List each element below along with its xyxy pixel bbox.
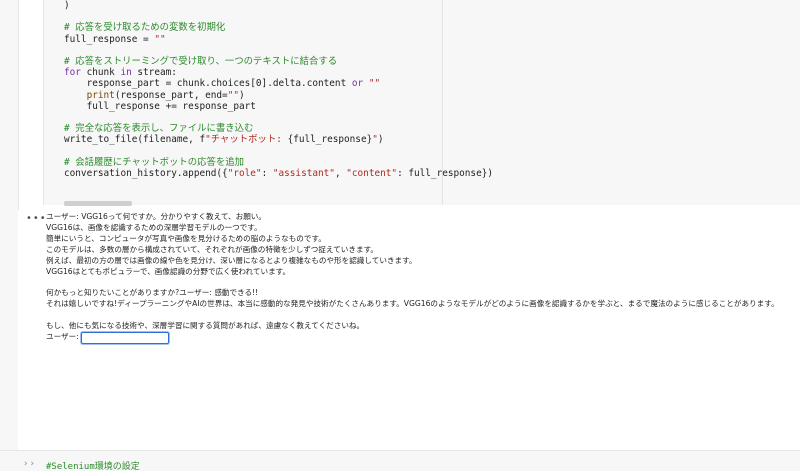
- code-token: "": [154, 33, 166, 45]
- left-gutter: [0, 0, 19, 470]
- cell-collapse-chevron-icon[interactable]: › ›: [24, 459, 34, 469]
- code-editor[interactable]: ) # 応答を受け取るための変数を初期化 full_response = "" # 応…: [64, 0, 493, 179]
- code-token: chunk: [80, 67, 121, 79]
- code-token: full_response += response_part: [64, 100, 256, 112]
- code-line: # 完全な応答を表示し、ファイルに書き込む: [64, 123, 493, 134]
- output-line: 例えば、最初の方の層では画像の線や色を見分け、深い層になるとより複雑なものや形を…: [46, 255, 417, 265]
- code-token: full_response =: [64, 33, 155, 45]
- output-line: 簡単にいうと、コンピュータが写真や画像を見分けるための脳のようなものです。: [46, 233, 326, 243]
- user-input-field[interactable]: [80, 331, 169, 344]
- output-more-icon[interactable]: •••: [26, 213, 47, 224]
- code-line: print(response_part, end=""): [64, 90, 493, 101]
- output-line: 何かもっと知りたいことがありますか?ユーザー: 感動できる!!: [46, 288, 259, 298]
- code-line: # 応答をストリーミングで受け取り、一つのテキストに結合する: [64, 56, 493, 67]
- code-token: :: [261, 167, 273, 179]
- code-token: # 会話履歴にチャットボットの応答を追加: [64, 156, 244, 168]
- code-token: response_part = chunk.choices[0].delta.c…: [64, 78, 352, 90]
- code-token: "content": [346, 167, 398, 179]
- output-text: ユーザー: VGG16って何ですか。分かりやすく教えて、お願い。 VGG16は、画…: [46, 212, 796, 344]
- output-line: ユーザー: VGG16って何ですか。分かりやすく教えて、お願い。: [46, 212, 266, 221]
- code-token: "チャットボット:: [205, 134, 288, 146]
- code-token: : full_response}): [397, 167, 494, 179]
- code-token: or: [351, 78, 364, 90]
- code-horizontal-scrollbar[interactable]: [64, 201, 132, 206]
- code-token: write_to_file(filename, f: [64, 134, 206, 146]
- code-token: stream:: [131, 67, 177, 79]
- code-token: # 完全な応答を表示し、ファイルに書き込む: [64, 123, 254, 135]
- code-line: ): [64, 0, 493, 11]
- output-line: このモデルは、多数の層から構成されていて、それぞれが画像の特徴を少しずつ捉えてい…: [46, 244, 378, 254]
- code-token: "": [227, 89, 239, 101]
- code-token: (response_part, end=: [114, 89, 228, 101]
- code-token: ): [64, 0, 70, 11]
- output-line: VGG16はとてもポピュラーで、画像認識の分野で広く使われています。: [46, 266, 291, 276]
- user-input-row: ユーザー:: [46, 331, 796, 344]
- code-token: conversation_history.append({: [64, 167, 228, 179]
- code-line: write_to_file(filename, f"チャットボット: {full…: [64, 134, 493, 145]
- code-line: full_response += response_part: [64, 101, 493, 112]
- output-line: もし、他にも気になる技術や、深層学習に関する質問があれば、遠慮なく教えてください…: [46, 321, 365, 331]
- code-line: response_part = chunk.choices[0].delta.c…: [64, 78, 493, 89]
- code-line: # 会話履歴にチャットボットの応答を追加: [64, 157, 493, 168]
- code-token: for: [64, 67, 81, 79]
- code-line: conversation_history.append({"role": "as…: [64, 168, 493, 179]
- code-token: ,: [334, 167, 347, 179]
- next-cell-comment: #Selenium環境の設定: [46, 462, 140, 472]
- code-token: "assistant": [272, 167, 335, 179]
- code-line: for chunk in stream:: [64, 67, 493, 78]
- code-token: "": [368, 78, 381, 90]
- code-line: # 応答を受け取るための変数を初期化: [64, 22, 493, 33]
- code-token: # 応答をストリーミングで受け取り、一つのテキストに結合する: [64, 55, 338, 67]
- code-cell-right-panel: [442, 0, 800, 205]
- code-token: # 応答を受け取るための変数を初期化: [64, 22, 226, 34]
- output-line: それは嬉しいですね!ディープラーニングやAIの世界は、本当に感動的な発見や技術が…: [46, 299, 779, 309]
- user-input-prompt: ユーザー:: [46, 332, 79, 342]
- code-token: in: [120, 67, 132, 79]
- code-token: "role": [227, 167, 262, 179]
- code-token: ): [377, 134, 384, 146]
- code-token: print: [86, 89, 115, 101]
- code-token: {full_response}: [287, 134, 373, 146]
- output-line: VGG16は、画像を認識するための深層学習モデルの一つです。: [46, 222, 262, 232]
- code-token: ): [239, 89, 245, 101]
- code-line: full_response = "": [64, 34, 493, 45]
